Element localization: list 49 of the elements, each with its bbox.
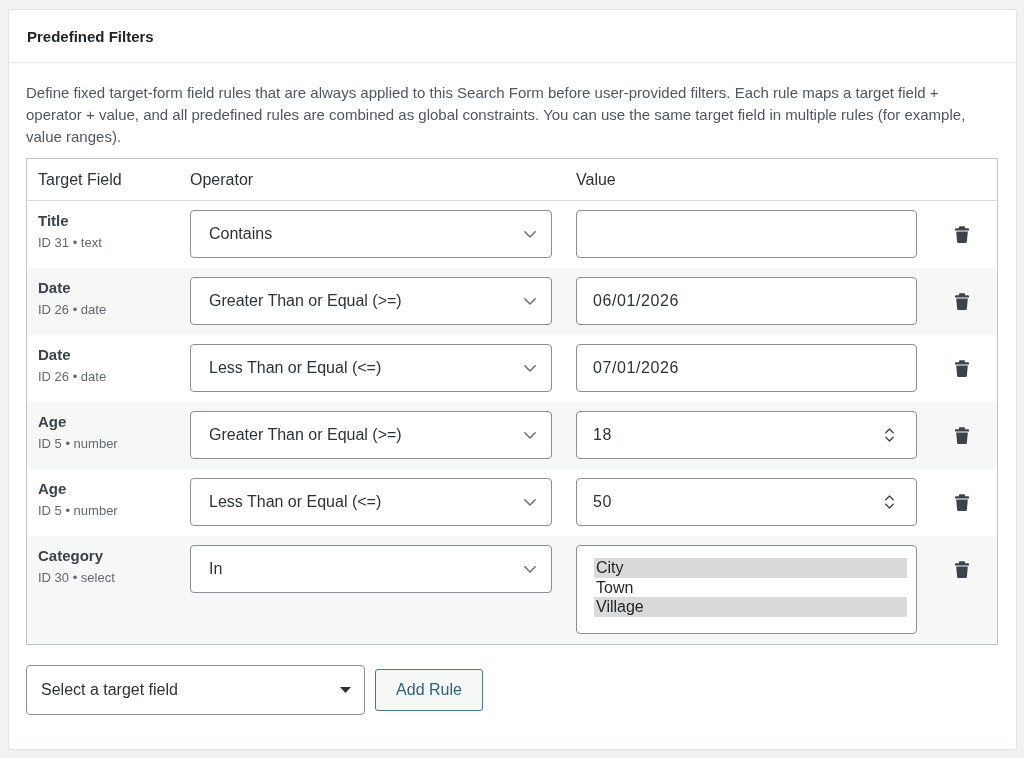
field-name: Title bbox=[38, 211, 70, 231]
operator-select[interactable]: Contains bbox=[190, 210, 552, 258]
list-option[interactable]: Village bbox=[594, 597, 907, 617]
options-list[interactable]: City Town Village bbox=[576, 545, 917, 634]
operator-select[interactable]: Greater Than or Equal (>=) bbox=[190, 277, 552, 325]
operator-select[interactable]: In bbox=[190, 545, 552, 593]
chevron-down-icon bbox=[524, 297, 536, 305]
value-input[interactable]: 07/01/2026 bbox=[576, 344, 917, 392]
field-name: Category bbox=[38, 546, 105, 566]
trash-icon[interactable] bbox=[955, 359, 969, 377]
field-meta: ID 31 • text bbox=[38, 234, 103, 252]
up-down-chevron-icon[interactable] bbox=[885, 428, 894, 442]
column-header: Operator bbox=[190, 170, 255, 189]
number-input[interactable]: 50 bbox=[576, 478, 917, 526]
trash-icon[interactable] bbox=[955, 560, 969, 578]
target-field-select[interactable]: Select a target field bbox=[26, 665, 365, 715]
operator-select[interactable]: Less Than or Equal (<=) bbox=[190, 478, 552, 526]
list-option[interactable]: Town bbox=[594, 577, 907, 597]
chevron-down-icon bbox=[524, 230, 536, 238]
field-meta: ID 26 • date bbox=[38, 368, 108, 386]
column-header: Value bbox=[576, 170, 617, 189]
field-name: Date bbox=[38, 278, 72, 298]
field-name: Date bbox=[38, 345, 72, 365]
chevron-down-icon bbox=[524, 431, 536, 439]
trash-icon[interactable] bbox=[955, 493, 969, 511]
chevron-down-icon bbox=[524, 565, 536, 573]
caret-down-icon bbox=[340, 687, 351, 693]
field-meta: ID 26 • date bbox=[38, 301, 108, 319]
trash-icon[interactable] bbox=[955, 292, 969, 310]
trash-icon[interactable] bbox=[955, 225, 969, 243]
field-meta: ID 5 • number bbox=[38, 435, 119, 453]
field-meta: ID 5 • number bbox=[38, 502, 119, 520]
add-rule-button[interactable]: Add Rule bbox=[375, 669, 483, 711]
operator-select[interactable]: Less Than or Equal (<=) bbox=[190, 344, 552, 392]
field-name: Age bbox=[38, 412, 68, 432]
value-input[interactable]: 06/01/2026 bbox=[576, 277, 917, 325]
panel-title: Predefined Filters bbox=[27, 27, 154, 45]
number-input[interactable]: 18 bbox=[576, 411, 917, 459]
chevron-down-icon bbox=[524, 364, 536, 372]
trash-icon[interactable] bbox=[955, 426, 969, 444]
chevron-down-icon bbox=[524, 498, 536, 506]
column-header: Target Field bbox=[38, 170, 123, 189]
field-name: Age bbox=[38, 479, 68, 499]
value-input[interactable] bbox=[576, 210, 917, 258]
list-option[interactable]: City bbox=[594, 558, 907, 578]
operator-select[interactable]: Greater Than or Equal (>=) bbox=[190, 411, 552, 459]
description-text: Define fixed target-form field rules that are always applied to this Search Form before user-provided filters. Each rule maps a target field + operator + value, and all predefined rules are combined as global constraints. You can use the same target field in multiple rules (for example, value ranges). bbox=[26, 83, 967, 147]
field-meta: ID 30 • select bbox=[38, 569, 116, 587]
up-down-chevron-icon[interactable] bbox=[885, 495, 894, 509]
